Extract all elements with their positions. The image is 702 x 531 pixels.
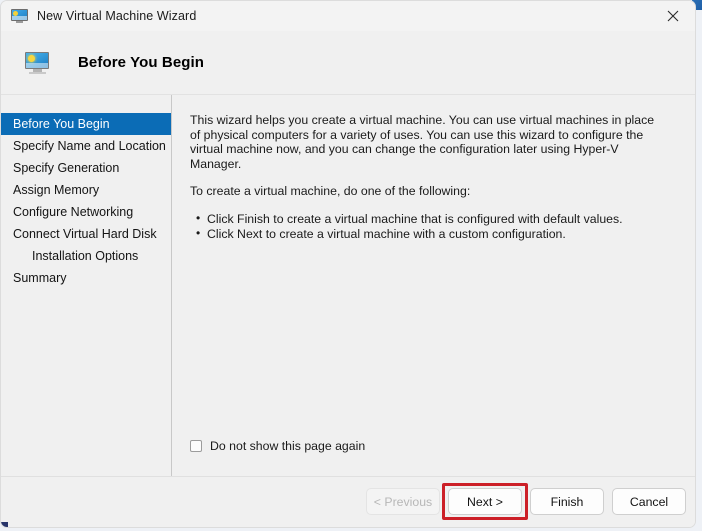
finish-button[interactable]: Finish (530, 488, 604, 515)
cancel-button-wrapper: Cancel (612, 488, 686, 515)
new-virtual-machine-wizard-window: New Virtual Machine Wizard Before You Be… (0, 0, 696, 528)
monitor-icon (25, 51, 49, 74)
checkbox-input[interactable] (190, 440, 202, 452)
wizard-body: Before You Begin Specify Name and Locati… (1, 95, 695, 476)
page-title: Before You Begin (78, 54, 205, 71)
previous-button-wrapper: < Previous (366, 488, 440, 515)
sidebar-item-installation-options[interactable]: Installation Options (1, 245, 171, 267)
intro-paragraph: This wizard helps you create a virtual m… (190, 113, 655, 171)
next-button[interactable]: Next > (448, 488, 522, 515)
sidebar-item-connect-virtual-hard-disk[interactable]: Connect Virtual Hard Disk (1, 223, 171, 245)
screen-corner-artifact (1, 522, 8, 527)
sidebar-item-specify-generation[interactable]: Specify Generation (1, 157, 171, 179)
option-bullet-list: Click Finish to create a virtual machine… (190, 211, 673, 242)
sidebar-item-configure-networking[interactable]: Configure Networking (1, 201, 171, 223)
finish-button-wrapper: Finish (530, 488, 604, 515)
wizard-step-list: Before You Begin Specify Name and Locati… (1, 95, 172, 476)
sidebar-item-assign-memory[interactable]: Assign Memory (1, 179, 171, 201)
window-title: New Virtual Machine Wizard (37, 9, 197, 23)
cancel-button[interactable]: Cancel (612, 488, 686, 515)
previous-button: < Previous (366, 488, 440, 515)
sidebar-item-summary[interactable]: Summary (1, 267, 171, 289)
wizard-footer: < Previous Next > Finish Cancel (1, 476, 695, 527)
instruction-paragraph: To create a virtual machine, do one of t… (190, 184, 471, 199)
next-button-wrapper: Next > (442, 483, 528, 520)
do-not-show-checkbox-row[interactable]: Do not show this page again (190, 439, 365, 453)
sidebar-item-specify-name-and-location[interactable]: Specify Name and Location (1, 135, 171, 157)
title-bar: New Virtual Machine Wizard (1, 1, 695, 31)
close-icon[interactable] (650, 1, 695, 31)
footer-button-row: < Previous Next > Finish Cancel (366, 483, 686, 520)
monitor-icon (11, 8, 28, 24)
list-item: Click Next to create a virtual machine w… (190, 226, 673, 242)
checkbox-label: Do not show this page again (210, 439, 366, 453)
sidebar-item-before-you-begin[interactable]: Before You Begin (1, 113, 171, 135)
page-header: Before You Begin (1, 31, 695, 95)
list-item: Click Finish to create a virtual machine… (190, 211, 673, 227)
wizard-content-pane: This wizard helps you create a virtual m… (172, 95, 695, 476)
